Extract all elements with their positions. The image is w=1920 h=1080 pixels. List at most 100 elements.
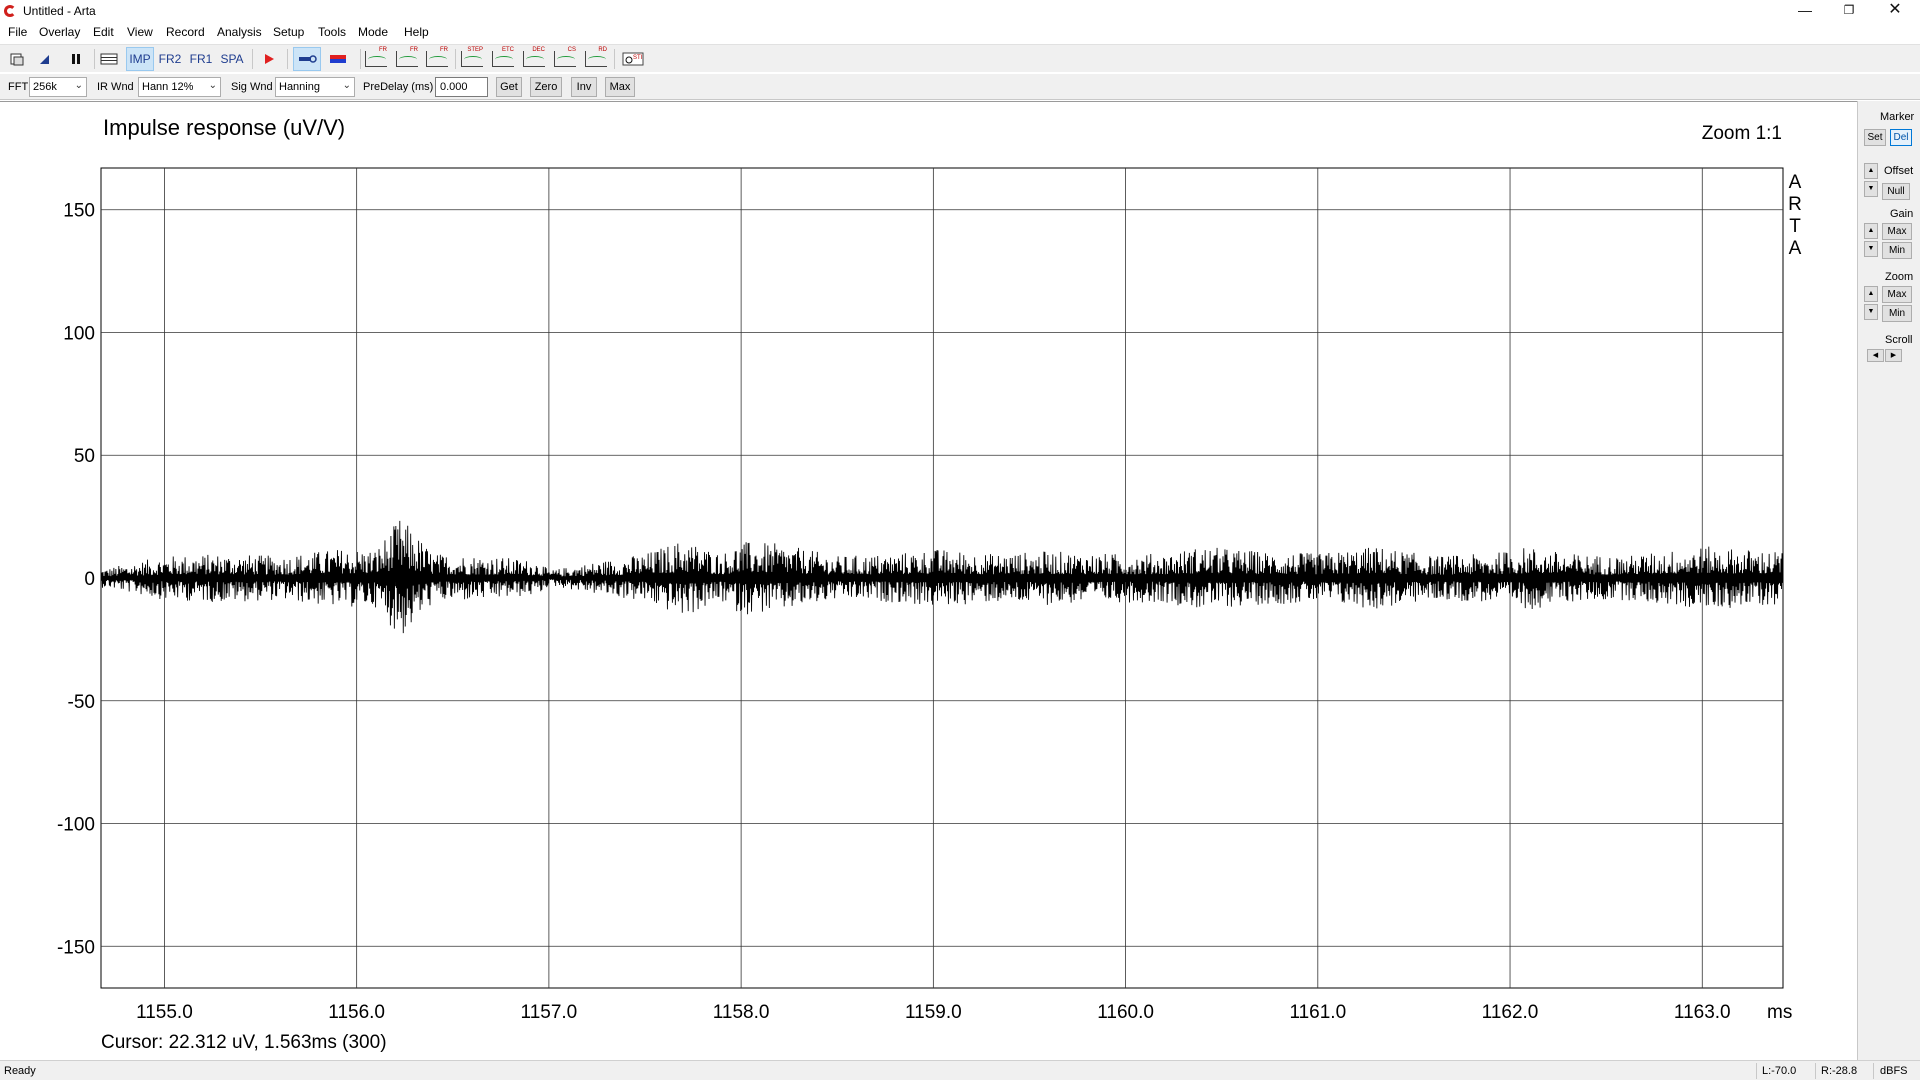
- zoom-up-button[interactable]: ▲: [1864, 286, 1878, 302]
- predelay-input[interactable]: 0.000: [435, 77, 488, 97]
- rd-graph-button[interactable]: RD: [582, 47, 610, 71]
- frequency-response-icon: FR: [426, 47, 448, 67]
- scroll-left-button[interactable]: ◀: [1867, 349, 1884, 362]
- table-view-button[interactable]: [96, 47, 122, 71]
- fr2-mode-button[interactable]: FR2: [156, 47, 184, 71]
- fft-size-value: 256k: [33, 81, 57, 93]
- y-tick-label: -150: [57, 937, 95, 958]
- get-button[interactable]: Get: [496, 77, 522, 97]
- menu-tools[interactable]: Tools: [318, 25, 346, 39]
- menu-bar: File Overlay Edit View Record Analysis S…: [0, 22, 1920, 43]
- brand-letter: R: [1788, 194, 1802, 215]
- cs-graph-button[interactable]: CS: [551, 47, 579, 71]
- y-tick-label: 0: [84, 569, 95, 590]
- menu-overlay[interactable]: Overlay: [39, 25, 80, 39]
- sig-wnd-label: Sig Wnd: [231, 81, 273, 93]
- start-measurement-button[interactable]: [256, 47, 282, 71]
- offset-up-button[interactable]: ▲: [1864, 163, 1878, 179]
- zoom-max-button[interactable]: Max: [1882, 286, 1912, 303]
- impulse-response-plot[interactable]: 1155.0 1156.0 1157.0 1158.0 1159.0 1160.0 1161…: [0, 101, 1857, 1060]
- gain-down-button[interactable]: ▼: [1864, 241, 1878, 257]
- etc-graph-button[interactable]: ETC: [489, 47, 517, 71]
- channel-select-button[interactable]: [324, 47, 352, 71]
- chevron-down-icon: ⌄: [208, 80, 217, 91]
- chevron-down-icon: ⌄: [342, 80, 351, 91]
- marker-del-button[interactable]: Del: [1890, 129, 1912, 146]
- marker-set-button[interactable]: Set: [1864, 129, 1886, 146]
- brand-letter: A: [1789, 238, 1802, 259]
- x-tick-label: 1162.0: [1482, 1002, 1539, 1023]
- menu-file[interactable]: File: [8, 25, 27, 39]
- fr-graph-button-3[interactable]: FR: [423, 47, 451, 71]
- chart-title: Impulse response (uV/V): [103, 115, 345, 140]
- sti-icon: STI: [622, 52, 644, 66]
- y-tick-label: -50: [68, 692, 95, 713]
- sti-button[interactable]: STI: [619, 47, 647, 71]
- signal-window-value: Hanning: [279, 81, 320, 93]
- zoom-min-button[interactable]: Min: [1882, 305, 1912, 322]
- decay-icon: DEC: [523, 47, 545, 67]
- step-graph-button[interactable]: STEP: [458, 47, 486, 71]
- pause-button[interactable]: [63, 47, 89, 71]
- arta-brand-text: ARTA: [1788, 172, 1802, 259]
- gain-label: Gain: [1890, 208, 1914, 220]
- etc-icon: ETC: [492, 47, 514, 67]
- max-button[interactable]: Max: [605, 77, 635, 97]
- status-text: Ready: [4, 1065, 36, 1077]
- level-unit: dBFS: [1880, 1065, 1908, 1077]
- scroll-right-button[interactable]: ▶: [1885, 349, 1902, 362]
- toolbar: IMP FR2 FR1 SPA FR FR FR STEP ETC DEC CS…: [0, 44, 1920, 72]
- open-file-button[interactable]: [4, 47, 30, 71]
- zero-button[interactable]: Zero: [530, 77, 562, 97]
- record-arrow-icon: [40, 55, 49, 64]
- menu-help[interactable]: Help: [404, 25, 429, 39]
- signal-window-select[interactable]: Hanning ⌄: [275, 77, 355, 97]
- window-title: Untitled - Arta: [23, 4, 96, 18]
- ir-window-select[interactable]: Hann 12% ⌄: [138, 77, 221, 97]
- offset-down-button[interactable]: ▼: [1864, 181, 1878, 197]
- spa-mode-button[interactable]: SPA: [218, 47, 246, 71]
- parameters-bar: FFT 256k ⌄ IR Wnd Hann 12% ⌄ Sig Wnd Hanni…: [0, 74, 1920, 100]
- fr1-mode-button[interactable]: FR1: [187, 47, 215, 71]
- decay-graph-button[interactable]: DEC: [520, 47, 548, 71]
- close-button[interactable]: ✕: [1872, 0, 1918, 22]
- invert-button[interactable]: Inv: [571, 77, 597, 97]
- zoom-down-button[interactable]: ▼: [1864, 304, 1878, 320]
- menu-edit[interactable]: Edit: [93, 25, 114, 39]
- restore-button[interactable]: ❐: [1826, 0, 1872, 22]
- fr-graph-button-2[interactable]: FR: [393, 47, 421, 71]
- arta-logo-icon: [4, 5, 16, 17]
- gain-max-button[interactable]: Max: [1882, 223, 1912, 240]
- x-tick-label: 1160.0: [1097, 1002, 1154, 1023]
- fr1-label: FR1: [189, 52, 213, 66]
- gain-up-button[interactable]: ▲: [1864, 223, 1878, 239]
- cursor-readout: Cursor: 22.312 uV, 1.563ms (300): [101, 1032, 387, 1053]
- brand-letter: T: [1789, 216, 1801, 237]
- plug-icon: [299, 55, 317, 63]
- menu-record[interactable]: Record: [166, 25, 205, 39]
- generator-button[interactable]: [293, 47, 321, 71]
- offset-null-button[interactable]: Null: [1882, 183, 1910, 200]
- menu-setup[interactable]: Setup: [273, 25, 304, 39]
- play-icon: [265, 54, 274, 64]
- imp-mode-button[interactable]: IMP: [126, 47, 154, 71]
- step-response-icon: STEP: [461, 47, 483, 67]
- fft-label: FFT: [8, 81, 29, 93]
- menu-analysis[interactable]: Analysis: [217, 25, 262, 39]
- gain-min-button[interactable]: Min: [1882, 242, 1912, 259]
- fft-size-select[interactable]: 256k ⌄: [29, 77, 87, 97]
- zoom-label: Zoom: [1885, 271, 1914, 283]
- x-tick-label: 1156.0: [328, 1002, 385, 1023]
- minimize-button[interactable]: —: [1782, 0, 1828, 22]
- menu-mode[interactable]: Mode: [358, 25, 388, 39]
- scroll-label: Scroll: [1885, 334, 1913, 346]
- marker-label: Marker: [1880, 111, 1915, 123]
- side-control-panel: Marker Set Del ▲ ▼ Offset Null Gain ▲ ▼ …: [1857, 101, 1920, 1060]
- pause-icon: [72, 54, 80, 64]
- fr-graph-button-1[interactable]: FR: [362, 47, 390, 71]
- play-back-button[interactable]: [32, 47, 58, 71]
- impulse-response-chart[interactable]: 1155.0 1156.0 1157.0 1158.0 1159.0 1160.0 1161…: [0, 102, 1857, 1061]
- cumulative-spectrum-icon: CS: [554, 47, 576, 67]
- menu-view[interactable]: View: [127, 25, 153, 39]
- rd-icon: RD: [585, 47, 607, 67]
